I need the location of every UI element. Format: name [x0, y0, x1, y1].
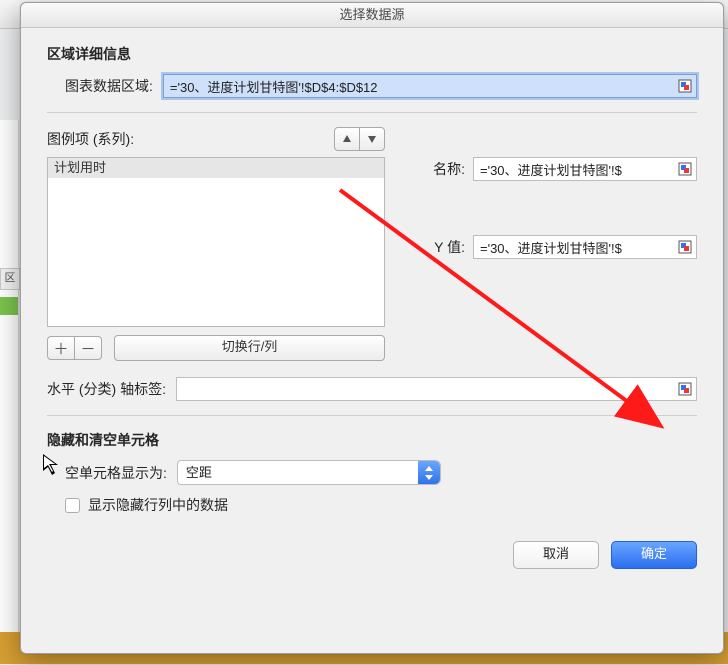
divider [47, 112, 697, 113]
series-name-input[interactable] [473, 157, 697, 181]
category-axis-label: 水平 (分类) 轴标签: [47, 379, 166, 399]
chart-data-range-input[interactable] [163, 74, 697, 98]
range-picker-icon[interactable] [676, 160, 694, 178]
range-picker-icon[interactable] [676, 238, 694, 256]
show-hidden-label: 显示隐藏行列中的数据 [88, 495, 228, 515]
divider [47, 415, 697, 416]
cursor-icon [42, 453, 62, 477]
range-picker-icon[interactable] [676, 77, 694, 95]
remove-series-button[interactable]: － [74, 336, 102, 360]
section-range-title: 区域详细信息 [47, 44, 697, 64]
series-listbox[interactable]: 计划用时 [47, 157, 385, 327]
bg-header-cell: 区 [0, 268, 20, 290]
show-hidden-checkbox[interactable] [65, 498, 80, 513]
ok-button[interactable]: 确定 [611, 541, 697, 569]
move-series-down-button[interactable] [359, 127, 385, 151]
chevron-up-down-icon [423, 464, 435, 482]
bg-sheet-edge [0, 120, 19, 660]
dialog-title: 选择数据源 [21, 3, 723, 28]
add-series-button[interactable]: ＋ [47, 336, 75, 360]
series-y-label: Y 值: [415, 237, 465, 257]
series-name-label: 名称: [415, 159, 465, 179]
empty-cells-select-value: 空距 [186, 465, 212, 480]
section-hidden-title: 隐藏和清空单元格 [47, 430, 697, 450]
category-axis-input[interactable] [176, 377, 697, 401]
empty-cells-select[interactable]: 空距 [177, 460, 441, 485]
bg-green-cell [0, 297, 18, 315]
legend-series-label: 图例项 (系列): [47, 129, 134, 149]
empty-cells-label: 空单元格显示为: [47, 463, 167, 483]
select-data-source-dialog: 选择数据源 区域详细信息 图表数据区域: 图例项 (系列): [20, 2, 724, 654]
cancel-button[interactable]: 取消 [513, 541, 599, 569]
chart-data-range-label: 图表数据区域: [47, 76, 153, 96]
range-picker-icon[interactable] [676, 380, 694, 398]
move-series-up-button[interactable] [334, 127, 360, 151]
switch-row-column-button[interactable]: 切换行/列 [114, 335, 385, 361]
series-list-item[interactable]: 计划用时 [48, 158, 384, 178]
series-y-value-input[interactable] [473, 235, 697, 259]
